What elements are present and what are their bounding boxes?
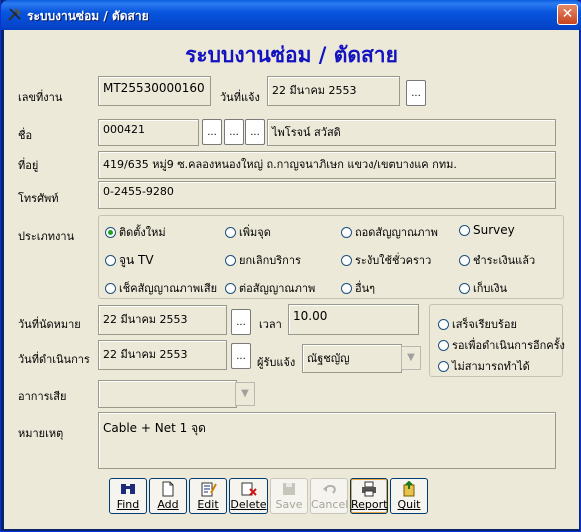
- close-icon: ✕: [561, 6, 574, 22]
- radio-icon: [438, 340, 449, 351]
- chevron-down-icon: ▼: [407, 352, 415, 363]
- receiver-select[interactable]: ณัฐชญัญ: [302, 344, 402, 373]
- edit-document-icon: [201, 482, 217, 497]
- close-button[interactable]: ✕: [557, 4, 578, 25]
- add-button[interactable]: Add: [149, 478, 187, 514]
- radio-icon: [438, 319, 449, 330]
- address-label: ที่อยู่: [18, 159, 39, 172]
- title-bar[interactable]: ระบบงานซ่อม / ตัดสาย ✕: [1, 0, 581, 30]
- tools-icon: [8, 8, 21, 21]
- note-textarea[interactable]: Cable + Net 1 จุด: [98, 412, 556, 469]
- radio-icon: [105, 283, 116, 294]
- appointment-date-field[interactable]: 22 มีนาคม 2553: [98, 305, 227, 335]
- job-type-install-radio[interactable]: ติดตั้งใหม่: [105, 223, 166, 241]
- edit-button[interactable]: Edit: [189, 478, 227, 514]
- operation-date-label: วันที่ดำเนินการ: [18, 353, 90, 366]
- status-group: เสร็จเรียบร้อย รอเพื่อดำเนินการอีกครั้ง …: [429, 304, 565, 377]
- job-type-remove-signal-radio[interactable]: ถอดสัญญาณภาพ: [341, 223, 438, 241]
- appointment-date-picker-button[interactable]: ...: [231, 309, 251, 335]
- window-title: ระบบงานซ่อม / ตัดสาย: [27, 9, 149, 23]
- customer-lookup-button-2[interactable]: ...: [224, 119, 244, 145]
- form-body: ระบบงานซ่อม / ตัดสาย เลขที่งาน MT2553000…: [4, 30, 579, 529]
- phone-label: โทรศัพท์: [18, 192, 59, 205]
- customer-name-field[interactable]: ไพโรจน์ สวัสดิ: [267, 119, 556, 146]
- symptom-label: อาการเสีย: [18, 390, 67, 403]
- job-type-check-signal-radio[interactable]: เช็คสัญญาณภาพเสีย: [105, 279, 217, 297]
- notify-date-picker-button[interactable]: ...: [406, 80, 426, 106]
- job-type-label: ประเภทงาน: [18, 230, 75, 243]
- customer-code-field[interactable]: 000421: [98, 119, 199, 146]
- job-type-paid-radio[interactable]: ชำระเงินแล้ว: [459, 251, 535, 269]
- notify-date-field[interactable]: 22 มีนาคม 2553: [267, 76, 400, 106]
- delete-button[interactable]: Delete: [229, 478, 268, 514]
- report-button[interactable]: Report: [350, 478, 388, 514]
- job-type-add-point-radio[interactable]: เพิ่มจุด: [225, 223, 271, 241]
- receiver-label: ผู้รับแจ้ง: [257, 356, 296, 369]
- job-no-label: เลขที่งาน: [18, 91, 63, 104]
- job-type-tune-tv-radio[interactable]: จูน TV: [105, 251, 154, 270]
- radio-icon: [341, 255, 352, 266]
- phone-field[interactable]: 0-2455-9280: [98, 181, 556, 209]
- notify-date-label: วันที่แจ้ง: [220, 91, 260, 104]
- save-button[interactable]: Save: [270, 478, 308, 514]
- radio-icon: [225, 283, 236, 294]
- new-document-icon: [162, 481, 174, 497]
- job-type-collect-radio[interactable]: เก็บเงิน: [459, 279, 507, 297]
- job-type-connect-signal-radio[interactable]: ต่อสัญญาณภาพ: [225, 279, 315, 297]
- receiver-dropdown-button[interactable]: ▼: [401, 346, 421, 370]
- status-pending-radio[interactable]: รอเพื่อดำเนินการอีกครั้ง: [438, 336, 565, 354]
- undo-icon: [323, 484, 336, 494]
- app-window: ระบบงานซ่อม / ตัดสาย ✕ ระบบงานซ่อม / ตัด…: [0, 0, 581, 532]
- binoculars-icon: [121, 484, 135, 494]
- appointment-date-label: วันที่นัดหมาย: [18, 318, 81, 331]
- operation-date-picker-button[interactable]: ...: [231, 343, 251, 369]
- find-button[interactable]: Find: [109, 478, 147, 514]
- operation-date-field[interactable]: 22 มีนาคม 2553: [98, 340, 227, 370]
- job-type-group: ติดตั้งใหม่ เพิ่มจุด ถอดสัญญาณภาพ Survey…: [98, 215, 564, 299]
- delete-icon: [241, 482, 257, 496]
- form-heading: ระบบงานซ่อม / ตัดสาย: [185, 43, 398, 67]
- cancel-button[interactable]: Cancel: [310, 478, 348, 514]
- time-field[interactable]: 10.00: [288, 304, 419, 335]
- radio-icon: [225, 227, 236, 238]
- job-no-field[interactable]: MT25530000160: [98, 76, 211, 106]
- radio-selected-icon: [105, 227, 116, 238]
- time-label: เวลา: [259, 318, 282, 331]
- printer-icon: [362, 481, 376, 497]
- job-type-other-radio[interactable]: อื่นๆ: [341, 279, 375, 297]
- exit-door-icon: [403, 481, 415, 497]
- radio-icon: [459, 255, 470, 266]
- symptom-select[interactable]: [98, 380, 237, 408]
- address-field[interactable]: 419/635 หมู่9 ซ.คลองหนองใหญ่ ถ.กาญจนาภิเ…: [98, 151, 556, 179]
- customer-lookup-button-1[interactable]: ...: [202, 119, 222, 145]
- save-disk-icon: [283, 483, 295, 495]
- status-done-radio[interactable]: เสร็จเรียบร้อย: [438, 315, 517, 333]
- job-type-cancel-service-radio[interactable]: ยกเลิกบริการ: [225, 251, 301, 269]
- radio-icon: [105, 255, 116, 266]
- radio-icon: [341, 283, 352, 294]
- status-unable-radio[interactable]: ไม่สามารถทำได้: [438, 357, 530, 375]
- radio-icon: [225, 255, 236, 266]
- radio-icon: [459, 283, 470, 294]
- radio-icon: [341, 227, 352, 238]
- job-type-suspend-radio[interactable]: ระงับใช้ชั่วคราว: [341, 251, 431, 269]
- job-type-survey-radio[interactable]: Survey: [459, 223, 515, 237]
- radio-icon: [438, 361, 449, 372]
- name-label: ชื่อ: [18, 129, 33, 142]
- note-label: หมายเหตุ: [18, 427, 64, 440]
- customer-lookup-button-3[interactable]: ...: [245, 119, 265, 145]
- symptom-dropdown-button[interactable]: ▼: [235, 382, 255, 406]
- chevron-down-icon: ▼: [241, 388, 249, 399]
- radio-icon: [459, 225, 470, 236]
- quit-button[interactable]: Quit: [390, 478, 428, 514]
